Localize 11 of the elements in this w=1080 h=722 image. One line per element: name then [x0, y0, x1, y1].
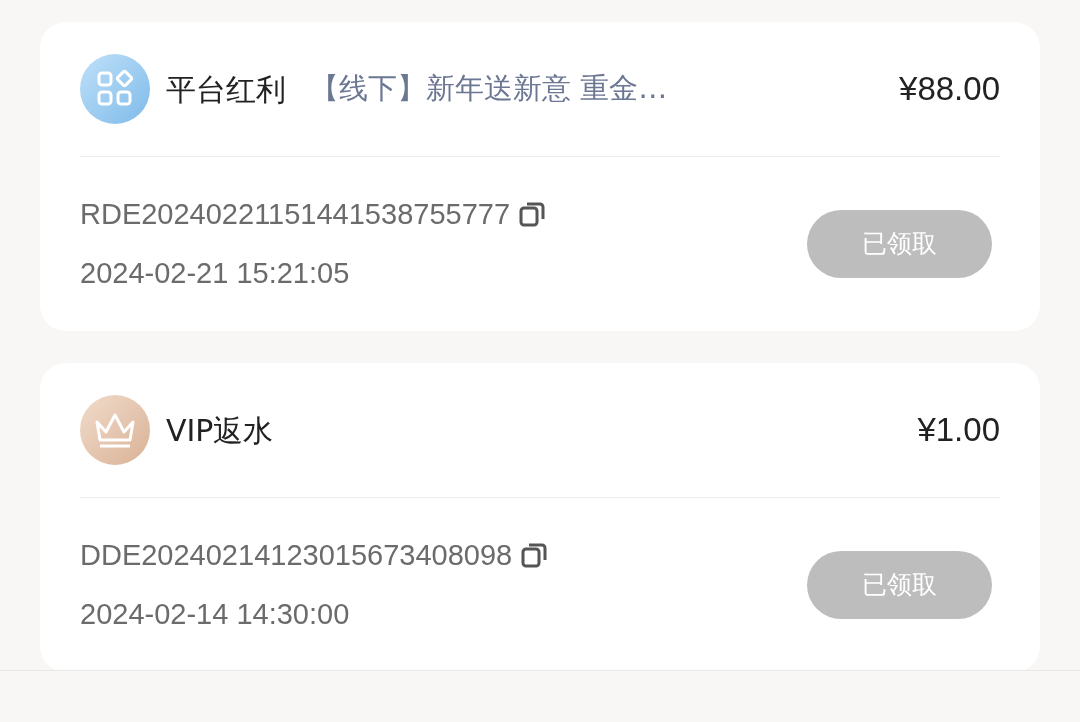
order-number: RDE20240221151441538755777	[80, 196, 511, 232]
category-label: 平台红利	[166, 70, 286, 109]
copy-icon[interactable]	[518, 200, 547, 229]
order-number: DDE20240214123015673408098	[80, 537, 513, 573]
timestamp: 2024-02-14 14:30:00	[80, 597, 351, 632]
amount: ¥88.00	[899, 69, 1000, 110]
category-label: VIP返水	[166, 411, 274, 450]
promotion-title: 【线下】新年送新意 重金…	[310, 70, 668, 108]
timestamp: 2024-02-21 15:21:05	[80, 256, 351, 291]
copy-icon[interactable]	[520, 541, 549, 570]
amount: ¥1.00	[917, 410, 1000, 451]
